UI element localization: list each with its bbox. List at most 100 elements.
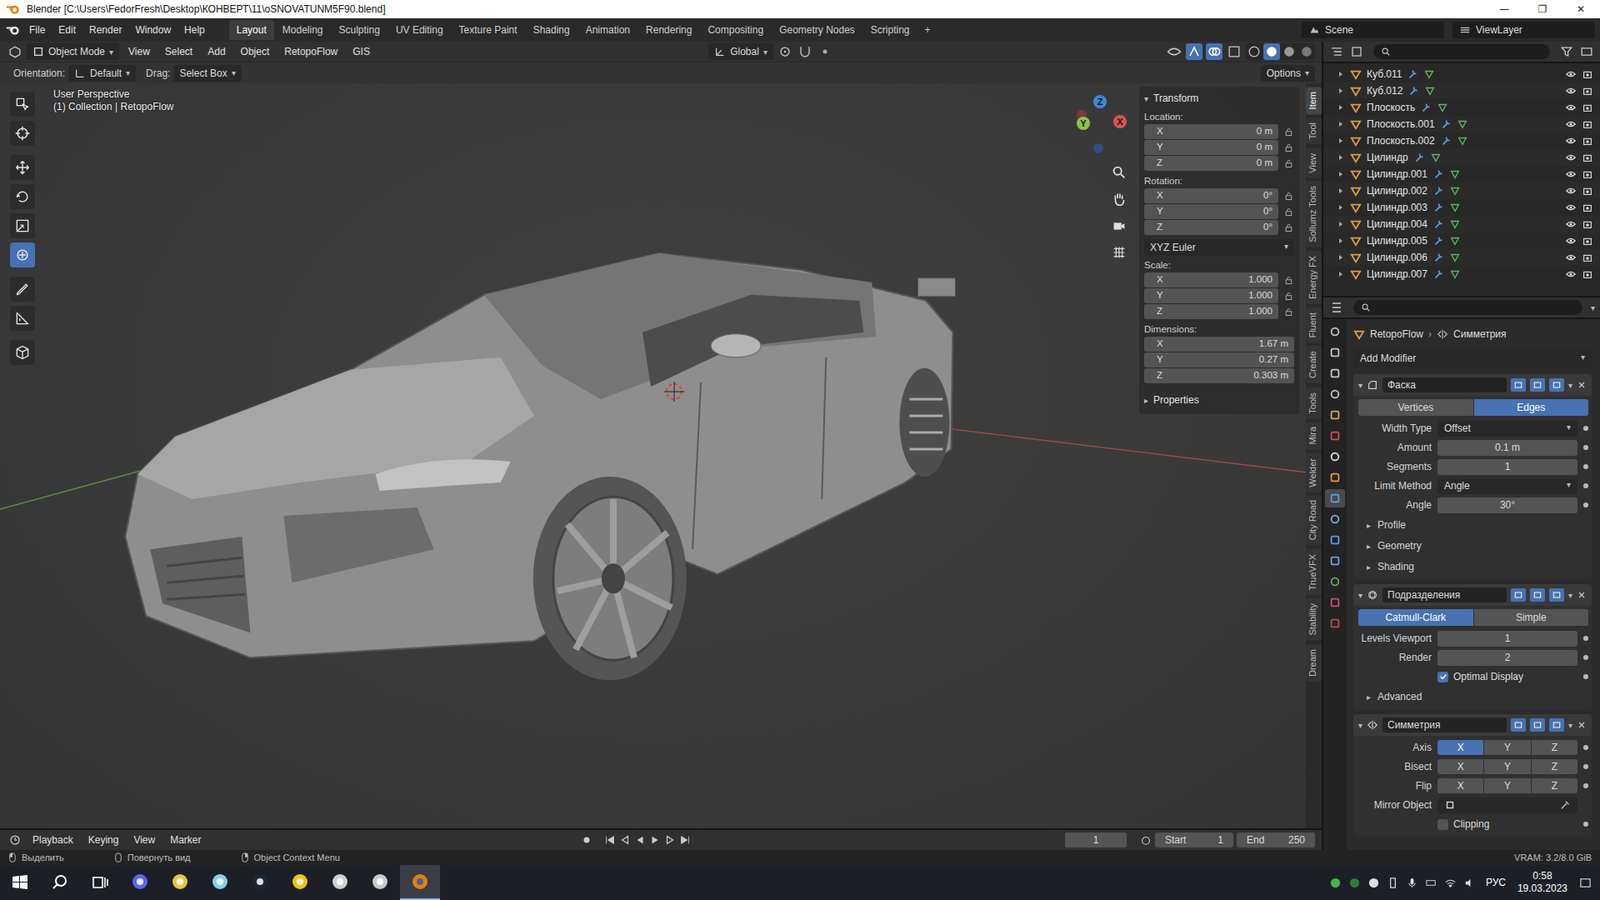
sidebar-tab[interactable]: Item (1305, 86, 1322, 115)
subpanel-header[interactable]: ▸Shading (1358, 557, 1589, 576)
modifier-header[interactable]: ▾ Фаска ▾ (1353, 374, 1592, 396)
sidebar-tab[interactable]: Stability (1305, 598, 1322, 641)
lock-icon[interactable] (1283, 275, 1295, 286)
lock-icon[interactable] (1283, 190, 1295, 202)
render-camera-icon[interactable] (1581, 251, 1594, 264)
viewport-menu[interactable]: Add (201, 43, 231, 60)
axis-toggle[interactable]: Z (1531, 778, 1578, 794)
drag-dropdown[interactable]: Select Box▾ (173, 65, 241, 82)
lock-icon[interactable] (1283, 126, 1295, 138)
render-camera-icon[interactable] (1581, 268, 1594, 280)
eye-icon[interactable] (1565, 101, 1577, 114)
value-field[interactable]: Y1.000 (1144, 288, 1279, 304)
rotation-mode-dropdown[interactable]: XYZ Euler▾ (1144, 239, 1295, 256)
segment-option[interactable]: Catmull-Clark (1358, 609, 1474, 626)
expand-arrow-icon[interactable] (1336, 203, 1345, 212)
checkbox-row[interactable]: Clipping (1437, 818, 1578, 830)
taskbar-app[interactable] (400, 865, 440, 900)
eye-icon[interactable] (1565, 118, 1577, 130)
prev-keyframe-icon[interactable] (619, 834, 631, 846)
expand-arrow-icon[interactable] (1336, 120, 1345, 129)
properties-tab[interactable] (1325, 614, 1345, 633)
keyframe-dot[interactable] (1583, 783, 1589, 789)
render-camera-icon[interactable] (1581, 168, 1594, 180)
properties-tab[interactable] (1325, 447, 1345, 466)
keyframe-dot[interactable] (1583, 464, 1589, 470)
outliner-row[interactable]: Цилиндр.007 (1323, 265, 1600, 283)
viewport-menu[interactable]: GIS (346, 43, 376, 60)
material-shading-icon[interactable] (1280, 43, 1298, 60)
subpanel-header[interactable]: ▸Advanced (1358, 687, 1589, 706)
outliner-row[interactable]: Куб.011 (1323, 65, 1600, 83)
play-reverse-icon[interactable] (634, 834, 646, 846)
microphone-icon[interactable] (1405, 876, 1419, 890)
modifier-toggle[interactable] (1510, 718, 1526, 732)
visibility-icon[interactable] (1165, 43, 1183, 60)
modifier-header[interactable]: ▾ Симметрия ▾ (1353, 714, 1592, 736)
tool-button[interactable] (10, 242, 35, 268)
window-control[interactable]: ✕ (1561, 3, 1600, 15)
tool-button[interactable] (10, 305, 35, 331)
render-camera-icon[interactable] (1581, 68, 1594, 80)
number-field[interactable]: 30° (1437, 497, 1578, 514)
number-field[interactable]: 1 (1437, 630, 1578, 647)
modifier-toggle[interactable] (1530, 588, 1545, 602)
workspace-tab[interactable]: Compositing (700, 20, 771, 40)
new-collection-icon[interactable] (1578, 43, 1595, 60)
properties-tab[interactable] (1325, 405, 1345, 425)
properties-panel-header[interactable]: ▸Properties (1144, 391, 1295, 410)
next-keyframe-icon[interactable] (664, 834, 676, 846)
display-mode-icon[interactable] (1348, 43, 1365, 60)
outliner-row[interactable]: Цилиндр.005 (1323, 232, 1600, 250)
eye-icon[interactable] (1565, 218, 1577, 230)
scene-selector[interactable]: Scene (1301, 21, 1445, 39)
value-field[interactable]: X1.000 (1144, 272, 1279, 288)
outliner-row[interactable]: Цилиндр.001 (1323, 165, 1600, 183)
viewport-menu[interactable]: Object (235, 43, 276, 60)
taskbar-app[interactable] (360, 865, 400, 900)
render-camera-icon[interactable] (1581, 85, 1594, 97)
keyframe-dot[interactable] (1583, 655, 1589, 660)
expand-arrow-icon[interactable] (1336, 103, 1345, 112)
keyframe-dot[interactable] (1583, 745, 1589, 750)
lock-icon[interactable] (1283, 222, 1295, 234)
workspace-tab[interactable]: Scripting (863, 20, 918, 40)
modifier-name-field[interactable]: Фаска (1382, 377, 1507, 393)
outliner-editor-icon[interactable] (1328, 43, 1345, 60)
outliner-row[interactable]: Плоскость (1323, 99, 1600, 116)
filter-icon[interactable] (1558, 43, 1575, 60)
sidebar-tab[interactable]: Tool (1305, 117, 1322, 145)
end-frame-field[interactable]: End250 (1236, 832, 1315, 848)
keyframe-dot[interactable] (1583, 821, 1589, 827)
axis-toggle[interactable]: X (1437, 740, 1484, 755)
lock-icon[interactable] (1283, 306, 1295, 318)
eye-icon[interactable] (1565, 235, 1577, 247)
render-camera-icon[interactable] (1581, 151, 1594, 164)
value-field[interactable]: X0° (1144, 188, 1279, 204)
workspace-tab[interactable]: Animation (578, 20, 638, 40)
eye-icon[interactable] (1565, 135, 1577, 147)
sidebar-tab[interactable]: TrueVFX (1305, 549, 1322, 596)
render-camera-icon[interactable] (1581, 201, 1594, 214)
outliner-search[interactable] (1373, 44, 1550, 60)
value-field[interactable]: Z0.303 m (1144, 368, 1295, 384)
value-field[interactable]: X0 m (1144, 124, 1279, 140)
start-button[interactable] (0, 865, 40, 900)
properties-tab[interactable] (1325, 468, 1345, 487)
tool-button[interactable] (10, 340, 35, 365)
subpanel-header[interactable]: ▸Profile (1358, 515, 1589, 535)
eye-icon[interactable] (1565, 151, 1577, 164)
add-modifier-button[interactable]: Add Modifier▾ (1353, 349, 1592, 368)
axis-handle[interactable]: Y (1076, 116, 1090, 130)
wireframe-shading-icon[interactable] (1245, 43, 1263, 60)
window-control[interactable]: — (1485, 3, 1524, 15)
eye-icon[interactable] (1565, 201, 1577, 214)
remove-modifier-button[interactable] (1576, 720, 1587, 730)
orientation-default-dropdown[interactable]: Default▾ (68, 65, 136, 82)
pan-hand-icon[interactable] (1110, 190, 1129, 209)
timeline-menu[interactable]: Playback (26, 831, 80, 849)
keyframe-dot[interactable] (1583, 425, 1589, 431)
properties-tab[interactable] (1325, 364, 1345, 383)
workspace-tab[interactable]: Rendering (638, 20, 700, 40)
render-camera-icon[interactable] (1581, 101, 1594, 114)
